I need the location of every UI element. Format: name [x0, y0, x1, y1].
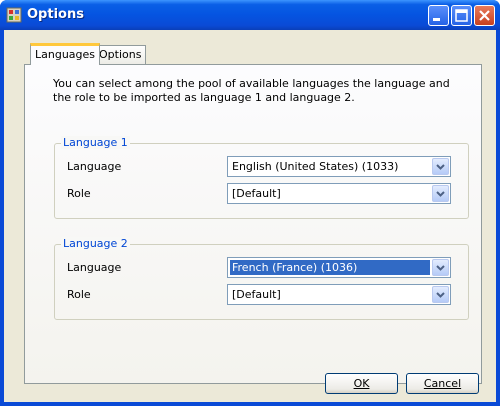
- maximize-icon: [455, 9, 468, 22]
- language-2-language-dropdown-button[interactable]: [432, 259, 449, 276]
- language-2-group: Language 2 Language French (France) (103…: [54, 237, 469, 320]
- tab-languages[interactable]: Languages: [30, 43, 101, 65]
- close-button[interactable]: [474, 5, 495, 26]
- chevron-down-icon: [436, 164, 445, 170]
- ok-button[interactable]: OK: [325, 373, 398, 394]
- language-1-language-dropdown-button[interactable]: [432, 158, 449, 175]
- language-2-role-select[interactable]: [Default]: [227, 284, 451, 305]
- language-1-role-select[interactable]: [Default]: [227, 183, 451, 204]
- language-2-language-label: Language: [67, 261, 122, 274]
- language-1-role-value: [Default]: [232, 187, 281, 200]
- language-1-language-value: English (United States) (1033): [232, 160, 399, 173]
- minimize-icon: [433, 18, 440, 21]
- language-1-language-select[interactable]: English (United States) (1033): [227, 156, 451, 177]
- tab-options[interactable]: Options: [94, 45, 147, 65]
- languages-tab-panel: You can select among the pool of availab…: [24, 64, 482, 384]
- language-2-role-value: [Default]: [232, 288, 281, 301]
- close-icon: [479, 10, 490, 21]
- language-1-role-dropdown-button[interactable]: [432, 185, 449, 202]
- language-2-role-dropdown-button[interactable]: [432, 286, 449, 303]
- dialog-client-area: Languages Options You can select among t…: [4, 30, 496, 402]
- chevron-down-icon: [436, 191, 445, 197]
- options-window: Options Languages Options You can select: [0, 0, 500, 406]
- tab-languages-label: Languages: [35, 48, 96, 61]
- language-1-language-label: Language: [67, 160, 122, 173]
- maximize-button[interactable]: [451, 5, 472, 26]
- language-2-language-select[interactable]: French (France) (1036): [227, 257, 451, 278]
- cancel-button[interactable]: Cancel: [406, 373, 479, 394]
- language-2-role-label: Role: [67, 288, 91, 301]
- language-1-group: Language 1 Language English (United Stat…: [54, 136, 469, 219]
- minimize-button[interactable]: [428, 5, 449, 26]
- intro-text: You can select among the pool of availab…: [53, 77, 450, 104]
- language-1-group-title: Language 1: [61, 136, 130, 149]
- tab-options-label: Options: [99, 48, 142, 61]
- language-1-role-label: Role: [67, 187, 91, 200]
- language-2-language-value: French (France) (1036): [230, 260, 430, 275]
- options-app-icon: [6, 7, 22, 23]
- window-title: Options: [27, 7, 84, 22]
- language-2-group-title: Language 2: [61, 237, 130, 250]
- title-bar[interactable]: Options: [0, 0, 500, 30]
- chevron-down-icon: [436, 265, 445, 271]
- chevron-down-icon: [436, 292, 445, 298]
